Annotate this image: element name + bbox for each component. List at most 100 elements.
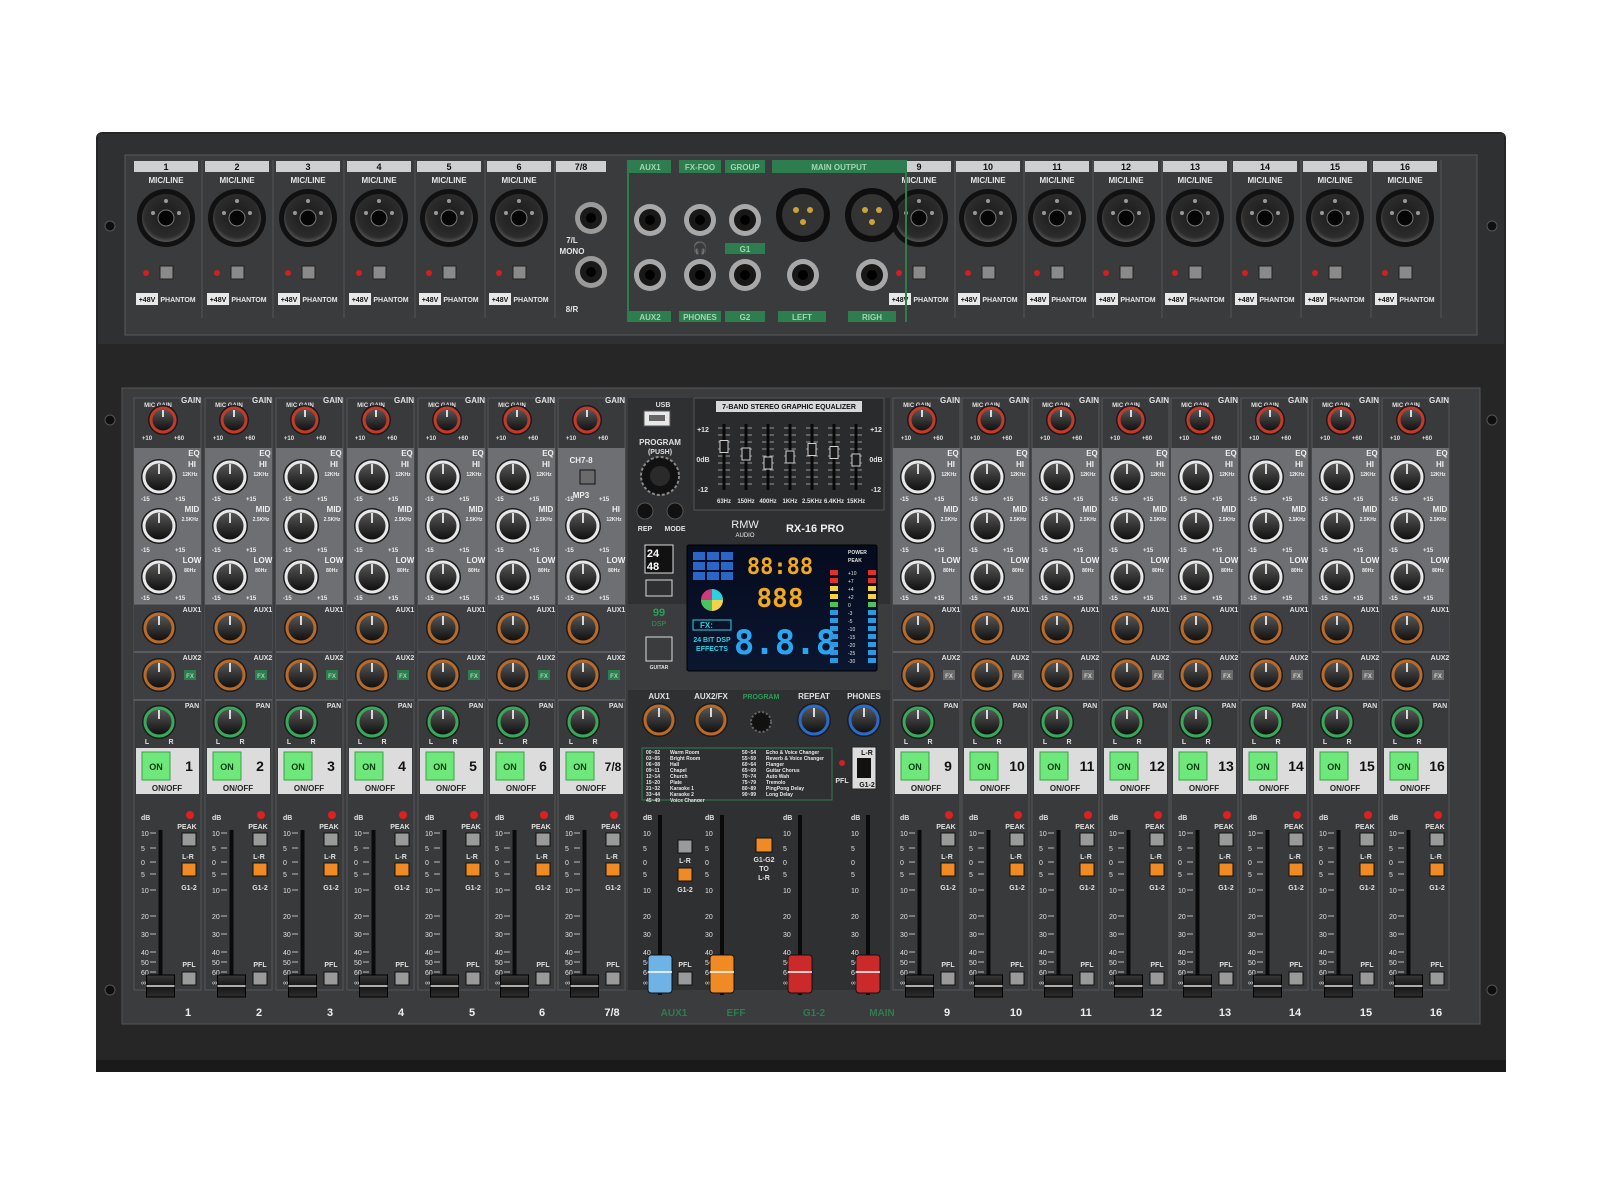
pan-knob[interactable] bbox=[970, 705, 1004, 739]
g12-button[interactable] bbox=[1359, 862, 1375, 877]
eq-low-knob[interactable] bbox=[354, 559, 390, 595]
phantom-switch[interactable] bbox=[1050, 265, 1065, 280]
lr-button[interactable] bbox=[465, 832, 481, 847]
phantom-switch[interactable] bbox=[1398, 265, 1413, 280]
pfl-button[interactable] bbox=[1149, 971, 1165, 986]
phantom-switch[interactable] bbox=[301, 265, 316, 280]
phantom-switch[interactable] bbox=[1328, 265, 1343, 280]
eq-mid-knob[interactable] bbox=[1178, 508, 1214, 544]
g12-button[interactable] bbox=[1079, 862, 1095, 877]
pan-knob[interactable] bbox=[426, 705, 460, 739]
eq-low-knob[interactable] bbox=[1319, 559, 1355, 595]
eq-band-slider[interactable] bbox=[763, 456, 773, 470]
gain-knob[interactable] bbox=[148, 405, 178, 435]
eq-low-knob[interactable] bbox=[969, 559, 1005, 595]
lr-button[interactable] bbox=[1009, 832, 1025, 847]
eq-hi-knob[interactable] bbox=[565, 508, 601, 544]
aux1-master-fader[interactable] bbox=[647, 954, 673, 994]
lr-g12-switch[interactable] bbox=[857, 758, 871, 778]
phantom-switch[interactable] bbox=[512, 265, 527, 280]
gain-knob[interactable] bbox=[1185, 405, 1215, 435]
eq-band-slider[interactable] bbox=[851, 453, 861, 467]
eq-mid-knob[interactable] bbox=[141, 508, 177, 544]
pfl-button[interactable] bbox=[181, 971, 197, 986]
group-master-fader[interactable] bbox=[787, 954, 813, 994]
eq-hi-knob[interactable] bbox=[1248, 459, 1284, 495]
pfl-button[interactable] bbox=[1009, 971, 1025, 986]
aux1-knob[interactable] bbox=[566, 611, 600, 645]
pfl-button[interactable] bbox=[1079, 971, 1095, 986]
eq-low-knob[interactable] bbox=[1109, 559, 1145, 595]
eq-band-slider[interactable] bbox=[807, 443, 817, 456]
eq-low-knob[interactable] bbox=[1248, 559, 1284, 595]
eq-mid-knob[interactable] bbox=[1319, 508, 1355, 544]
aux2-knob[interactable] bbox=[1110, 658, 1144, 692]
pfl-button[interactable] bbox=[535, 971, 551, 986]
pfl-button[interactable] bbox=[1288, 971, 1304, 986]
eq-mid-knob[interactable] bbox=[1109, 508, 1145, 544]
phantom-switch[interactable] bbox=[159, 265, 174, 280]
eq-hi-knob[interactable] bbox=[1109, 459, 1145, 495]
eff-master-fader[interactable] bbox=[709, 954, 735, 994]
lr-button[interactable] bbox=[323, 832, 339, 847]
aux2-knob[interactable] bbox=[213, 658, 247, 692]
eq-band-slider[interactable] bbox=[741, 447, 751, 461]
aux1-knob[interactable] bbox=[284, 611, 318, 645]
lr-button[interactable] bbox=[181, 832, 197, 847]
pan-knob[interactable] bbox=[1110, 705, 1144, 739]
aux2-knob[interactable] bbox=[426, 658, 460, 692]
g12-button[interactable] bbox=[1149, 862, 1165, 877]
mode-button[interactable] bbox=[666, 502, 684, 520]
aux2-knob[interactable] bbox=[355, 658, 389, 692]
pan-knob[interactable] bbox=[1179, 705, 1213, 739]
main-master-fader[interactable] bbox=[855, 954, 881, 994]
g12-button[interactable] bbox=[252, 862, 268, 877]
eq-hi-knob[interactable] bbox=[141, 459, 177, 495]
aux1-knob[interactable] bbox=[1110, 611, 1144, 645]
master-aux1-knob[interactable] bbox=[642, 703, 676, 737]
pfl-button[interactable] bbox=[1218, 971, 1234, 986]
gain-knob[interactable] bbox=[572, 405, 602, 435]
lr-button[interactable] bbox=[1218, 832, 1234, 847]
eq-low-knob[interactable] bbox=[1389, 559, 1425, 595]
eq-mid-knob[interactable] bbox=[900, 508, 936, 544]
pfl-button[interactable] bbox=[252, 971, 268, 986]
lr-button[interactable] bbox=[1149, 832, 1165, 847]
g12-button[interactable] bbox=[1218, 862, 1234, 877]
phantom-switch[interactable] bbox=[981, 265, 996, 280]
eq-low-knob[interactable] bbox=[283, 559, 319, 595]
eq-hi-knob[interactable] bbox=[283, 459, 319, 495]
master-phones-knob[interactable] bbox=[847, 703, 881, 737]
eq-mid-knob[interactable] bbox=[969, 508, 1005, 544]
master-aux2fx-knob[interactable] bbox=[694, 703, 728, 737]
phantom-switch[interactable] bbox=[442, 265, 457, 280]
aux1-knob[interactable] bbox=[970, 611, 1004, 645]
phantom-switch[interactable] bbox=[1188, 265, 1203, 280]
lr-button[interactable] bbox=[1079, 832, 1095, 847]
aux1-knob[interactable] bbox=[901, 611, 935, 645]
pfl-button[interactable] bbox=[1429, 971, 1445, 986]
phantom-switch[interactable] bbox=[912, 265, 927, 280]
eq-mid-knob[interactable] bbox=[425, 508, 461, 544]
g12-button[interactable] bbox=[1288, 862, 1304, 877]
eq-band-slider[interactable] bbox=[785, 450, 795, 464]
lr-button[interactable] bbox=[940, 832, 956, 847]
aux2-knob[interactable] bbox=[496, 658, 530, 692]
pfl-button[interactable] bbox=[323, 971, 339, 986]
lr-button[interactable] bbox=[605, 832, 621, 847]
aux2-knob[interactable] bbox=[284, 658, 318, 692]
xlr-output[interactable] bbox=[851, 194, 893, 236]
aux2-knob[interactable] bbox=[142, 658, 176, 692]
master-repeat-knob[interactable] bbox=[797, 703, 831, 737]
g12-button[interactable] bbox=[605, 862, 621, 877]
gain-knob[interactable] bbox=[976, 405, 1006, 435]
aux2-knob[interactable] bbox=[1040, 658, 1074, 692]
eq-low-knob[interactable] bbox=[1178, 559, 1214, 595]
gain-knob[interactable] bbox=[432, 405, 462, 435]
pan-knob[interactable] bbox=[1390, 705, 1424, 739]
eq-band-slider[interactable] bbox=[829, 446, 839, 459]
eq-low-knob[interactable] bbox=[900, 559, 936, 595]
eq-hi-knob[interactable] bbox=[425, 459, 461, 495]
lr-button[interactable] bbox=[535, 832, 551, 847]
pan-knob[interactable] bbox=[142, 705, 176, 739]
